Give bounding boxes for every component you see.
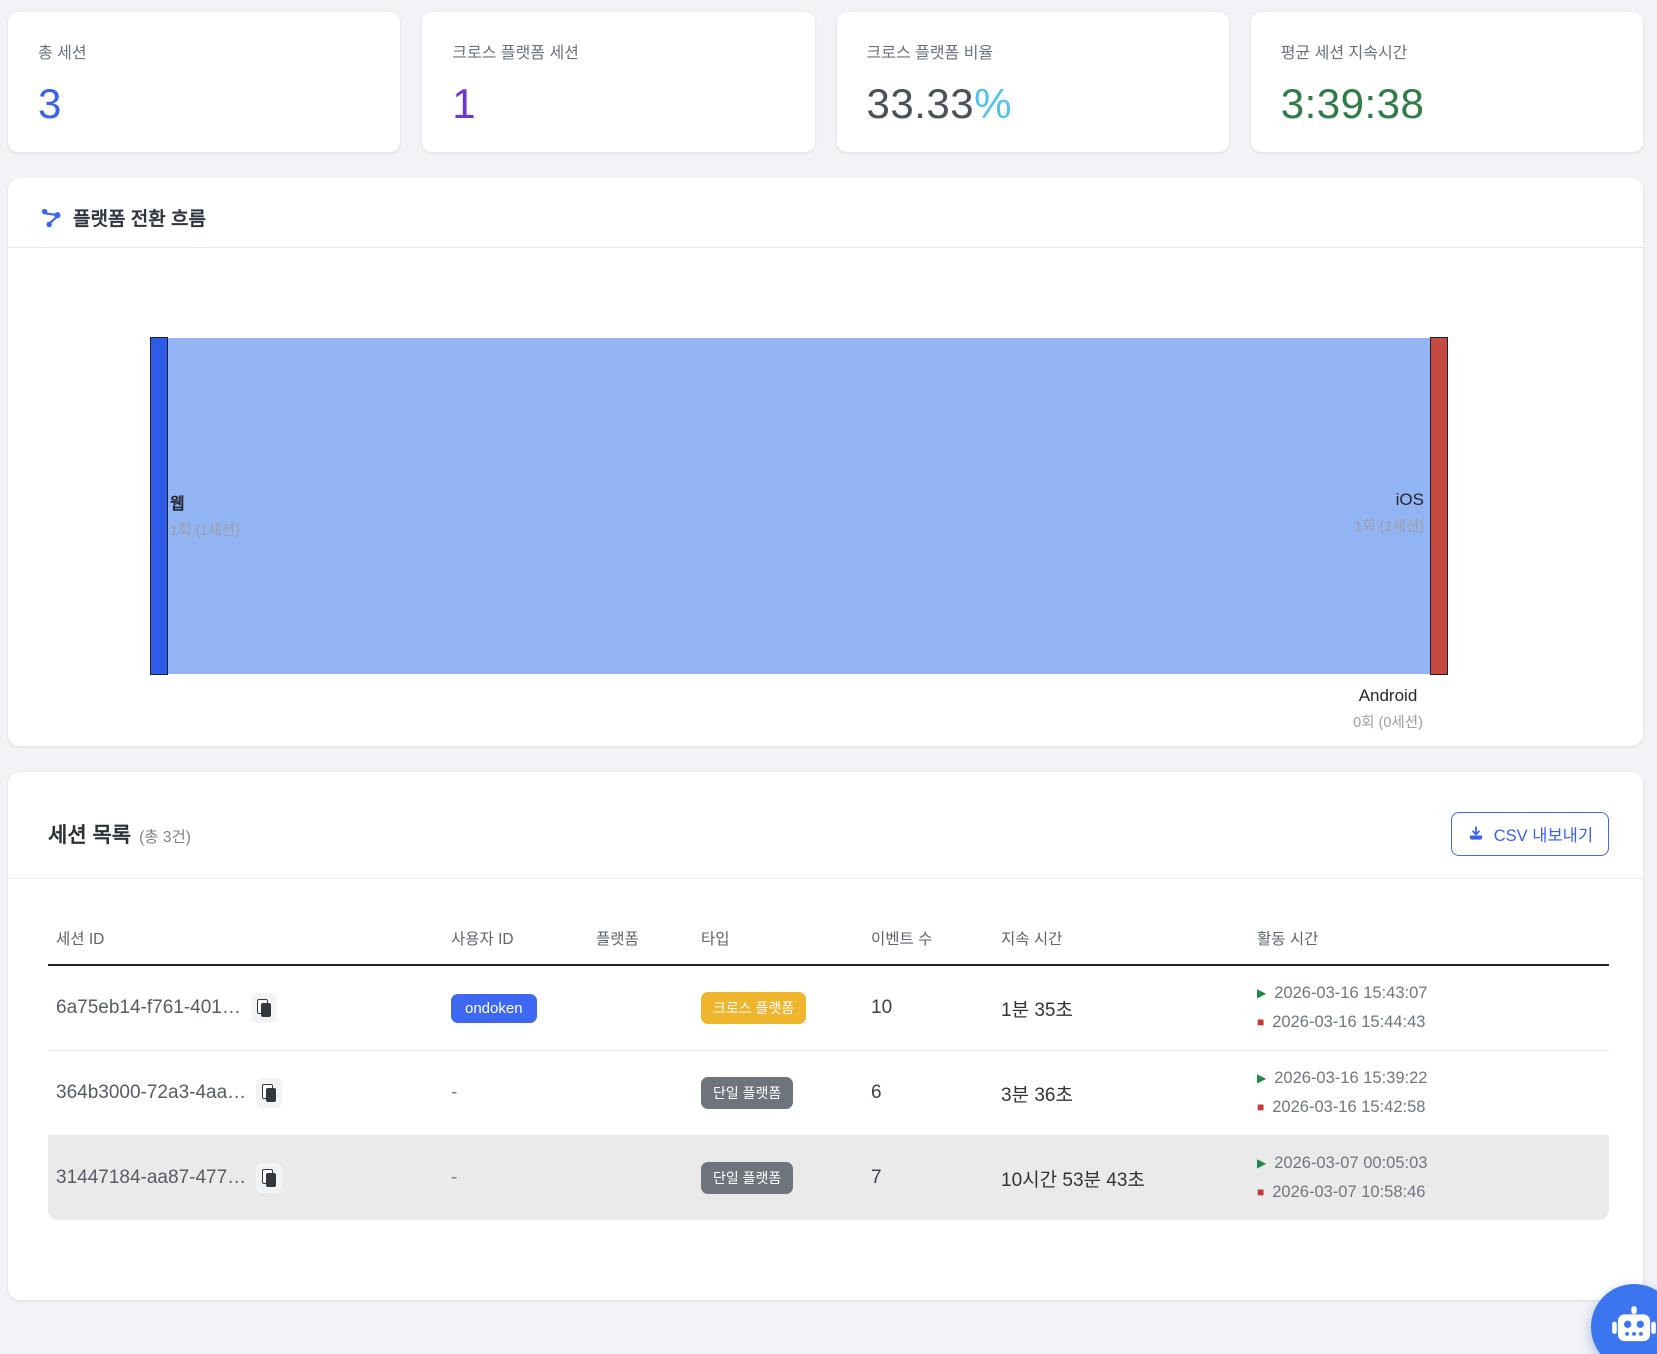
stat-value: 3 bbox=[38, 80, 370, 128]
robot-icon bbox=[1611, 1304, 1657, 1350]
col-duration: 지속 시간 bbox=[993, 927, 1249, 965]
session-id: 364b3000-72a3-4aa… bbox=[56, 1082, 246, 1104]
activity-end: ■2026-03-16 15:44:43 bbox=[1257, 1008, 1601, 1037]
activity-start: ▶2026-03-16 15:39:22 bbox=[1257, 1064, 1601, 1093]
col-user-id: 사용자 ID bbox=[443, 927, 588, 965]
stat-value: 3:39:38 bbox=[1281, 80, 1613, 128]
csv-export-button[interactable]: CSV 내보내기 bbox=[1451, 812, 1609, 856]
event-count: 7 bbox=[871, 1167, 882, 1188]
col-type: 타입 bbox=[693, 927, 863, 965]
session-id: 31447184-aa87-477… bbox=[56, 1167, 246, 1189]
sankey-flow-web-to-ios[interactable] bbox=[150, 338, 1448, 674]
download-icon bbox=[1467, 825, 1485, 843]
stat-label: 크로스 플랫폼 세션 bbox=[452, 39, 784, 63]
percent-suffix: % bbox=[974, 80, 1012, 127]
sankey-label-web: 웹 1회 (1세션) bbox=[170, 490, 240, 540]
sankey-node-bar-ios[interactable] bbox=[1430, 337, 1448, 675]
table-row[interactable]: 6a75eb14-f761-401… ondoken 크로스 플랫폼 10 1분… bbox=[48, 965, 1609, 1051]
event-count: 6 bbox=[871, 1082, 882, 1103]
stop-icon: ■ bbox=[1257, 1093, 1264, 1122]
platform-flow-title: 플랫폼 전환 흐름 bbox=[73, 204, 206, 231]
session-id: 6a75eb14-f761-401… bbox=[56, 997, 241, 1019]
copy-icon[interactable] bbox=[256, 1078, 282, 1108]
stat-label: 총 세션 bbox=[38, 39, 370, 63]
session-table: 세션 ID 사용자 ID 플랫폼 타입 이벤트 수 지속 시간 활동 시간 6a… bbox=[48, 927, 1609, 1220]
event-count: 10 bbox=[871, 997, 892, 1018]
stat-card-total-sessions: 총 세션 3 bbox=[8, 12, 400, 152]
col-activity: 활동 시간 bbox=[1249, 927, 1609, 965]
stat-value: 33.33% bbox=[867, 80, 1199, 128]
node-count: 1회 (1세션) bbox=[1354, 515, 1424, 536]
node-name: iOS bbox=[1354, 490, 1424, 510]
session-list-title: 세션 목록 bbox=[48, 824, 131, 847]
col-session-id: 세션 ID bbox=[48, 927, 443, 965]
node-count: 1회 (1세션) bbox=[170, 519, 240, 540]
sankey-chart: 웹 1회 (1세션) iOS 1회 (1세션) Android 0회 (0세션) bbox=[8, 248, 1643, 746]
sankey-label-android: Android 0회 (0세션) bbox=[1288, 686, 1488, 732]
duration: 3분 36초 bbox=[1001, 1085, 1073, 1106]
stat-card-avg-session-duration: 평균 세션 지속시간 3:39:38 bbox=[1251, 12, 1643, 152]
session-list-count: (총 3건) bbox=[139, 829, 191, 846]
stat-value: 1 bbox=[452, 80, 784, 128]
user-id-badge[interactable]: ondoken bbox=[451, 994, 537, 1023]
user-id-empty: - bbox=[451, 1167, 457, 1188]
play-icon: ▶ bbox=[1257, 1064, 1266, 1093]
csv-export-label: CSV 내보내기 bbox=[1494, 822, 1593, 846]
stop-icon: ■ bbox=[1257, 1178, 1264, 1207]
stat-label: 크로스 플랫폼 비율 bbox=[867, 39, 1199, 63]
type-badge-cross-platform: 크로스 플랫폼 bbox=[701, 992, 806, 1024]
user-id-empty: - bbox=[451, 1082, 457, 1103]
sankey-node-bar-web[interactable] bbox=[150, 337, 168, 675]
type-badge-single-platform: 단일 플랫폼 bbox=[701, 1162, 793, 1194]
activity-end: ■2026-03-07 10:58:46 bbox=[1257, 1178, 1601, 1207]
table-row-selected[interactable]: 31447184-aa87-477… - 단일 플랫폼 7 10시간 53분 4… bbox=[48, 1136, 1609, 1221]
table-row[interactable]: 364b3000-72a3-4aa… - 단일 플랫폼 6 3분 36초 ▶20… bbox=[48, 1051, 1609, 1136]
table-header-row: 세션 ID 사용자 ID 플랫폼 타입 이벤트 수 지속 시간 활동 시간 bbox=[48, 927, 1609, 965]
node-name: 웹 bbox=[170, 490, 240, 514]
node-name: Android bbox=[1288, 686, 1488, 706]
play-icon: ▶ bbox=[1257, 1149, 1266, 1178]
stat-card-cross-platform-sessions: 크로스 플랫폼 세션 1 bbox=[422, 12, 814, 152]
stat-label: 평균 세션 지속시간 bbox=[1281, 39, 1613, 63]
activity-start: ▶2026-03-07 00:05:03 bbox=[1257, 1149, 1601, 1178]
activity-start: ▶2026-03-16 15:43:07 bbox=[1257, 979, 1601, 1008]
duration: 10시간 53분 43초 bbox=[1001, 1170, 1145, 1191]
copy-icon[interactable] bbox=[256, 1163, 282, 1193]
activity-end: ■2026-03-16 15:42:58 bbox=[1257, 1093, 1601, 1122]
platform-flow-panel: 플랫폼 전환 흐름 웹 1회 (1세션) iOS 1회 (1세션) Androi… bbox=[8, 178, 1643, 746]
session-list-panel: 세션 목록 (총 3건) CSV 내보내기 세션 ID 사용자 ID 플랫폼 타입… bbox=[8, 772, 1643, 1300]
session-list-title-wrap: 세션 목록 (총 3건) bbox=[48, 819, 191, 849]
session-list-header: 세션 목록 (총 3건) CSV 내보내기 bbox=[8, 772, 1643, 879]
stop-icon: ■ bbox=[1257, 1008, 1264, 1037]
sankey-label-ios: iOS 1회 (1세션) bbox=[1354, 490, 1424, 536]
copy-icon[interactable] bbox=[251, 993, 277, 1023]
col-event-count: 이벤트 수 bbox=[863, 927, 993, 965]
branch-icon bbox=[40, 207, 62, 229]
col-platform: 플랫폼 bbox=[588, 927, 693, 965]
play-icon: ▶ bbox=[1257, 979, 1266, 1008]
type-badge-single-platform: 단일 플랫폼 bbox=[701, 1077, 793, 1109]
node-count: 0회 (0세션) bbox=[1288, 711, 1488, 732]
stats-row: 총 세션 3 크로스 플랫폼 세션 1 크로스 플랫폼 비율 33.33% 평균… bbox=[0, 0, 1657, 152]
stat-card-cross-platform-ratio: 크로스 플랫폼 비율 33.33% bbox=[837, 12, 1229, 152]
duration: 1분 35초 bbox=[1001, 1000, 1073, 1021]
platform-flow-header: 플랫폼 전환 흐름 bbox=[8, 204, 1643, 248]
